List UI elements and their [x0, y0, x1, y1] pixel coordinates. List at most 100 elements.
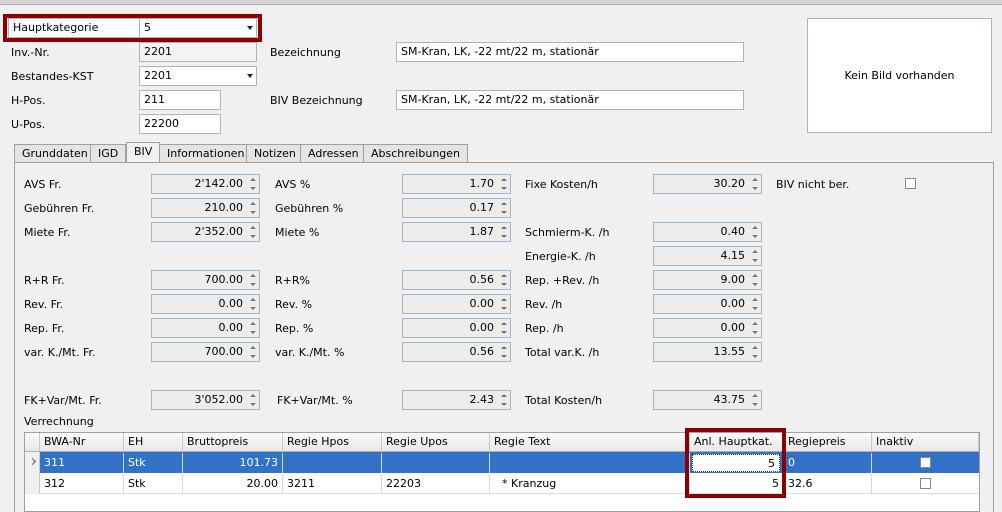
tab-biv[interactable]: BIV [126, 142, 161, 163]
vark-pct-spinner[interactable]: 0.56 [402, 342, 511, 362]
invnr-field[interactable]: 2201 [139, 42, 257, 62]
col-header-regie-text[interactable]: Regie Text [490, 433, 690, 452]
col-header-regie-upos[interactable]: Regie Upos [382, 433, 490, 452]
cell-bwa[interactable]: 311 [40, 453, 124, 473]
inaktiv-checkbox[interactable] [920, 478, 931, 489]
col-header-bwa[interactable]: BWA-Nr [40, 433, 124, 452]
spinner-arrows-icon[interactable] [249, 201, 257, 215]
spinner-arrows-icon[interactable] [500, 393, 508, 407]
cell-eh[interactable]: Stk [124, 474, 183, 494]
spinner-arrows-icon[interactable] [751, 345, 759, 359]
bezeichnung-label: Bezeichnung [270, 46, 341, 59]
fixe-kosten-spinner[interactable]: 30.20 [653, 174, 762, 194]
tab-notizen[interactable]: Notizen [246, 144, 304, 162]
spinner-arrows-icon[interactable] [500, 345, 508, 359]
hpos-input[interactable]: 211 [139, 90, 221, 110]
energie-value: 4.15 [720, 249, 746, 262]
biv-nicht-ber-label: BIV nicht ber. [776, 178, 850, 191]
top-toolbar-strip [0, 0, 1002, 5]
miete-pct-spinner[interactable]: 1.87 [402, 222, 511, 242]
rev-h-spinner[interactable]: 0.00 [653, 294, 762, 314]
tab-abschreibungen[interactable]: Abschreibungen [363, 144, 469, 162]
rr-fr-spinner[interactable]: 700.00 [151, 270, 260, 290]
tab-adressen[interactable]: Adressen [300, 144, 367, 162]
cell-bwa[interactable]: 312 [40, 474, 124, 494]
spinner-arrows-icon[interactable] [751, 273, 759, 287]
rev-pct-value: 0.00 [469, 297, 495, 310]
miete-fr-value: 2'352.00 [194, 225, 243, 238]
cell-regiepreis[interactable]: 0 [784, 453, 872, 473]
total-vark-spinner[interactable]: 13.55 [653, 342, 762, 362]
cell-regie-upos[interactable] [382, 453, 490, 473]
schmierm-spinner[interactable]: 0.40 [653, 222, 762, 242]
rep-fr-spinner[interactable]: 0.00 [151, 318, 260, 338]
total-kosten-spinner[interactable]: 43.75 [653, 390, 762, 410]
spinner-arrows-icon[interactable] [249, 297, 257, 311]
spinner-arrows-icon[interactable] [249, 393, 257, 407]
row-indicator-icon [25, 473, 40, 494]
spinner-arrows-icon[interactable] [500, 201, 508, 215]
tab-informationen[interactable]: Informationen [159, 144, 253, 162]
spinner-arrows-icon[interactable] [751, 225, 759, 239]
rep-h-spinner[interactable]: 0.00 [653, 318, 762, 338]
spinner-arrows-icon[interactable] [500, 297, 508, 311]
rep-pct-spinner[interactable]: 0.00 [402, 318, 511, 338]
rr-pct-spinner[interactable]: 0.56 [402, 270, 511, 290]
tab-igd[interactable]: IGD [90, 144, 127, 162]
biv-nicht-ber-checkbox[interactable] [905, 178, 916, 189]
upos-input[interactable]: 22200 [139, 114, 221, 134]
cell-eh[interactable]: Stk [124, 453, 183, 473]
col-header-regiepreis[interactable]: Regiepreis [784, 433, 872, 452]
col-header-inaktiv[interactable]: Inaktiv [872, 433, 979, 452]
avs-pct-spinner[interactable]: 1.70 [402, 174, 511, 194]
tab-grunddaten[interactable]: Grunddaten [14, 144, 96, 162]
rev-pct-spinner[interactable]: 0.00 [402, 294, 511, 314]
bestandes-value: 2201 [144, 69, 172, 82]
cell-regie-hpos[interactable] [283, 453, 382, 473]
fkvar-pct-spinner[interactable]: 2.43 [402, 390, 511, 410]
image-box[interactable]: Kein Bild vorhanden [807, 18, 992, 133]
fkvar-pct-label: FK+Var/Mt. % [277, 394, 353, 407]
cell-regie-text[interactable]: * Kranzug [490, 474, 690, 494]
cell-regie-hpos[interactable]: 3211 [283, 474, 382, 494]
spinner-arrows-icon[interactable] [751, 249, 759, 263]
spinner-arrows-icon[interactable] [249, 345, 257, 359]
col-header-bruttopreis[interactable]: Bruttopreis [183, 433, 283, 452]
col-header-eh[interactable]: EH [124, 433, 183, 452]
spinner-arrows-icon[interactable] [500, 273, 508, 287]
bezeichnung-input[interactable]: SM-Kran, LK, -22 mt/22 m, stationär [396, 42, 744, 62]
fkvar-fr-label: FK+Var/Mt. Fr. [24, 394, 102, 407]
chevron-down-icon[interactable] [247, 74, 253, 78]
cell-regiepreis[interactable]: 32.6 [784, 474, 872, 494]
spinner-arrows-icon[interactable] [751, 177, 759, 191]
spinner-arrows-icon[interactable] [249, 177, 257, 191]
biv-bezeichnung-input[interactable]: SM-Kran, LK, -22 mt/22 m, stationär [396, 90, 744, 110]
spinner-arrows-icon[interactable] [249, 273, 257, 287]
spinner-arrows-icon[interactable] [500, 321, 508, 335]
fkvar-fr-spinner[interactable]: 3'052.00 [151, 390, 260, 410]
vark-pct-label: var. K./Mt. % [275, 346, 345, 359]
vark-fr-spinner[interactable]: 700.00 [151, 342, 260, 362]
inaktiv-checkbox[interactable] [920, 457, 931, 468]
cell-bruttopreis[interactable]: 101.73 [183, 453, 283, 473]
energie-spinner[interactable]: 4.15 [653, 246, 762, 266]
reprev-spinner[interactable]: 9.00 [653, 270, 762, 290]
spinner-arrows-icon[interactable] [500, 225, 508, 239]
spinner-arrows-icon[interactable] [751, 297, 759, 311]
gebuehren-fr-spinner[interactable]: 210.00 [151, 198, 260, 218]
spinner-arrows-icon[interactable] [751, 393, 759, 407]
cell-regie-text[interactable] [490, 453, 690, 473]
miete-fr-spinner[interactable]: 2'352.00 [151, 222, 260, 242]
spinner-arrows-icon[interactable] [249, 225, 257, 239]
spinner-arrows-icon[interactable] [249, 321, 257, 335]
rev-fr-spinner[interactable]: 0.00 [151, 294, 260, 314]
col-header-regie-hpos[interactable]: Regie Hpos [283, 433, 382, 452]
spinner-arrows-icon[interactable] [751, 321, 759, 335]
bestandes-select[interactable]: 2201 [139, 66, 257, 86]
gebuehren-pct-spinner[interactable]: 0.17 [402, 198, 511, 218]
invnr-value: 2201 [144, 45, 172, 58]
cell-regie-upos[interactable]: 22203 [382, 474, 490, 494]
avs-fr-spinner[interactable]: 2'142.00 [151, 174, 260, 194]
cell-bruttopreis[interactable]: 20.00 [183, 474, 283, 494]
spinner-arrows-icon[interactable] [500, 177, 508, 191]
